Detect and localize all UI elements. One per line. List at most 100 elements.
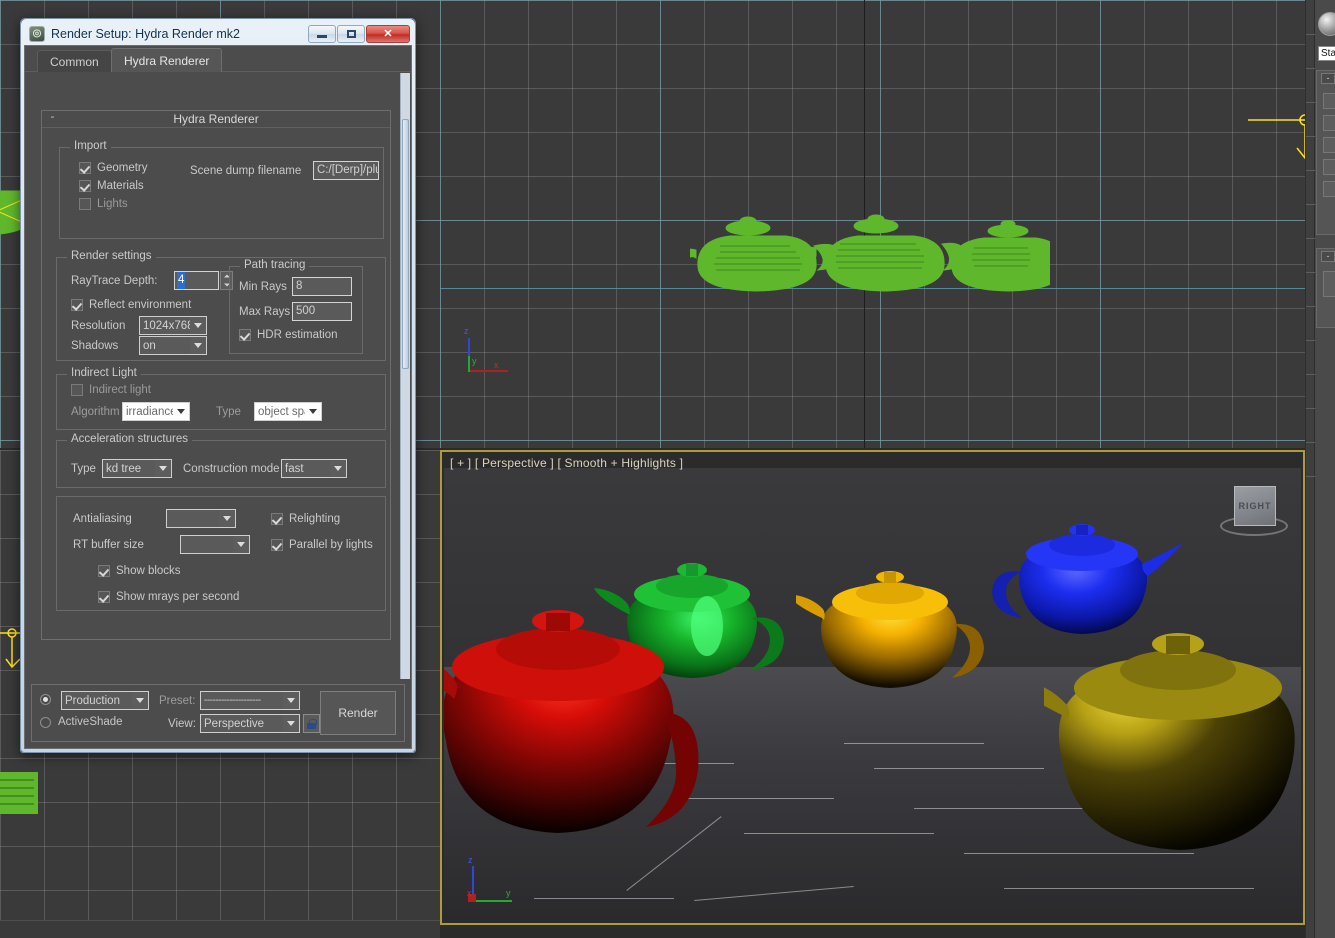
minimize-button[interactable] bbox=[308, 25, 336, 43]
rollout-collapse-icon-2[interactable]: - bbox=[1321, 251, 1335, 262]
algorithm-dropdown[interactable]: irradiance bbox=[122, 402, 190, 421]
tab-common[interactable]: Common bbox=[37, 50, 112, 72]
render-button[interactable]: Render bbox=[320, 691, 396, 735]
checkbox-lights-box[interactable] bbox=[79, 198, 91, 210]
rt-buffer-size-dropdown[interactable] bbox=[180, 535, 250, 554]
view-dropdown[interactable]: Perspective bbox=[200, 714, 300, 733]
rollout-button-3[interactable] bbox=[1323, 137, 1335, 153]
render-setup-dialog[interactable]: ◎ Render Setup: Hydra Render mk2 ✕ Commo… bbox=[20, 18, 416, 753]
axis-label-y: y bbox=[472, 356, 477, 366]
resolution-dropdown[interactable]: 1024x768 bbox=[139, 316, 207, 335]
checkbox-materials[interactable]: Materials bbox=[79, 180, 144, 192]
viewcube-perspective-label[interactable]: RIGHT bbox=[1234, 486, 1276, 526]
checkbox-parallel-by-lights[interactable]: Parallel by lights bbox=[271, 539, 373, 551]
checkbox-show-blocks-box[interactable] bbox=[98, 565, 110, 577]
viewcube-perspective[interactable]: RIGHT bbox=[1218, 480, 1290, 542]
chevron-down-icon[interactable] bbox=[219, 510, 235, 527]
rollout-panel-2[interactable]: - bbox=[1316, 248, 1335, 328]
chevron-down-icon[interactable] bbox=[173, 403, 189, 420]
shadows-label: Shadows bbox=[71, 340, 118, 352]
chevron-down-icon[interactable] bbox=[155, 460, 171, 477]
min-rays-field[interactable]: 8 bbox=[292, 277, 352, 296]
group-import-title: Import bbox=[70, 140, 111, 152]
rendered-image[interactable]: RIGHT z y x bbox=[444, 468, 1301, 921]
rollout-hydra-renderer[interactable]: - Hydra Renderer Import Geometry bbox=[41, 110, 391, 640]
rollout-button-2[interactable] bbox=[1323, 115, 1335, 131]
viewport-perspective[interactable]: RIGHT z y x [ + ] [ Perspective ] [ Smoo… bbox=[440, 450, 1305, 925]
dialog-scrollbar[interactable] bbox=[400, 73, 410, 679]
direct-light-gizmo[interactable] bbox=[1240, 100, 1305, 170]
chevron-down-icon[interactable] bbox=[233, 536, 249, 553]
max-rays-field[interactable]: 500 bbox=[292, 302, 352, 321]
checkbox-geometry[interactable]: Geometry bbox=[79, 162, 148, 174]
checkbox-lights[interactable]: Lights bbox=[79, 198, 128, 210]
radio-activeshade[interactable]: ActiveShade bbox=[40, 716, 123, 728]
checkbox-hdr-estimation[interactable]: HDR estimation bbox=[239, 329, 338, 341]
rollout-button-6[interactable] bbox=[1323, 271, 1335, 297]
view-label: View: bbox=[168, 718, 196, 730]
rollout-collapse-icon-1[interactable]: - bbox=[1321, 73, 1335, 84]
accel-type-label: Type bbox=[71, 463, 96, 475]
rollout-button-4[interactable] bbox=[1323, 159, 1335, 175]
antialiasing-dropdown[interactable] bbox=[166, 509, 236, 528]
radio-production[interactable] bbox=[40, 694, 51, 705]
checkbox-indirect-light[interactable]: Indirect light bbox=[71, 384, 151, 396]
construction-mode-dropdown[interactable]: fast bbox=[281, 459, 347, 478]
chevron-down-icon[interactable] bbox=[330, 460, 346, 477]
preset-dropdown[interactable]: -------------------- bbox=[200, 691, 300, 710]
rollout-header[interactable]: - Hydra Renderer bbox=[42, 111, 390, 128]
shadows-dropdown[interactable]: on bbox=[139, 336, 207, 355]
app-icon: ◎ bbox=[29, 26, 45, 42]
indirect-type-dropdown[interactable]: object spa bbox=[254, 402, 322, 421]
construction-mode-value: fast bbox=[282, 463, 330, 475]
checkbox-indirect-light-box[interactable] bbox=[71, 384, 83, 396]
object-name-field[interactable]: Sta bbox=[1318, 46, 1335, 61]
checkbox-relighting-box[interactable] bbox=[271, 513, 283, 525]
rollout-button-1[interactable] bbox=[1323, 93, 1335, 109]
chevron-down-icon[interactable] bbox=[132, 692, 148, 709]
maximize-icon bbox=[347, 30, 356, 38]
axis-tripod-front: z y x bbox=[462, 330, 516, 384]
chevron-down-icon[interactable] bbox=[283, 715, 299, 732]
chevron-down-icon[interactable] bbox=[190, 317, 206, 334]
maximize-button[interactable] bbox=[337, 25, 365, 43]
tab-hydra-renderer[interactable]: Hydra Renderer bbox=[111, 48, 222, 72]
dialog-scrollbar-thumb[interactable] bbox=[402, 119, 409, 369]
scene-dump-filename-field[interactable]: C:/[Derp]/plu bbox=[313, 161, 379, 180]
checkbox-show-mrays[interactable]: Show mrays per second bbox=[98, 591, 239, 603]
viewport-front[interactable]: FRONT z y x bbox=[440, 0, 1305, 448]
min-rays-label: Min Rays bbox=[239, 281, 287, 293]
rollout-button-5[interactable] bbox=[1323, 181, 1335, 197]
chevron-down-icon[interactable] bbox=[305, 403, 321, 420]
wireframe-teapot-group[interactable] bbox=[690, 212, 1050, 302]
checkbox-reflect-environment[interactable]: Reflect environment bbox=[71, 299, 191, 311]
view-lock-toggle[interactable] bbox=[303, 714, 320, 733]
render-mode-value: Production bbox=[62, 695, 132, 707]
checkbox-show-blocks[interactable]: Show blocks bbox=[98, 565, 181, 577]
rollout-collapse-icon[interactable]: - bbox=[48, 114, 57, 123]
viewport-label-perspective: [ + ] [ Perspective ] [ Smooth + Highlig… bbox=[450, 456, 683, 470]
checkbox-materials-box[interactable] bbox=[79, 180, 91, 192]
render-mode-dropdown[interactable]: Production bbox=[61, 691, 149, 710]
group-acceleration-title: Acceleration structures bbox=[67, 433, 192, 445]
checkbox-reflect-environment-box[interactable] bbox=[71, 299, 83, 311]
screen: FRONT z y x bbox=[0, 0, 1335, 938]
chevron-down-icon[interactable] bbox=[190, 337, 206, 354]
checkbox-hdr-estimation-box[interactable] bbox=[239, 329, 251, 341]
dialog-title-bar[interactable]: ◎ Render Setup: Hydra Render mk2 ✕ bbox=[24, 22, 412, 45]
checkbox-parallel-by-lights-box[interactable] bbox=[271, 539, 283, 551]
chevron-down-icon[interactable] bbox=[283, 692, 299, 709]
close-button[interactable]: ✕ bbox=[366, 25, 410, 43]
checkbox-geometry-box[interactable] bbox=[79, 162, 91, 174]
rollout-panel-1[interactable]: - bbox=[1316, 70, 1335, 235]
checkbox-relighting[interactable]: Relighting bbox=[271, 513, 340, 525]
raytrace-depth-field[interactable]: 4 bbox=[174, 271, 219, 290]
axis-label-y-persp: y bbox=[506, 888, 511, 898]
checkbox-show-mrays-box[interactable] bbox=[98, 591, 110, 603]
command-panel[interactable]: Sta - - bbox=[1305, 0, 1335, 938]
radio-production-dot[interactable] bbox=[40, 694, 51, 705]
accel-type-dropdown[interactable]: kd tree bbox=[102, 459, 172, 478]
radio-activeshade-dot[interactable] bbox=[40, 717, 51, 728]
material-preview-sphere-icon[interactable] bbox=[1318, 12, 1335, 36]
checkbox-parallel-by-lights-label: Parallel by lights bbox=[289, 539, 373, 551]
